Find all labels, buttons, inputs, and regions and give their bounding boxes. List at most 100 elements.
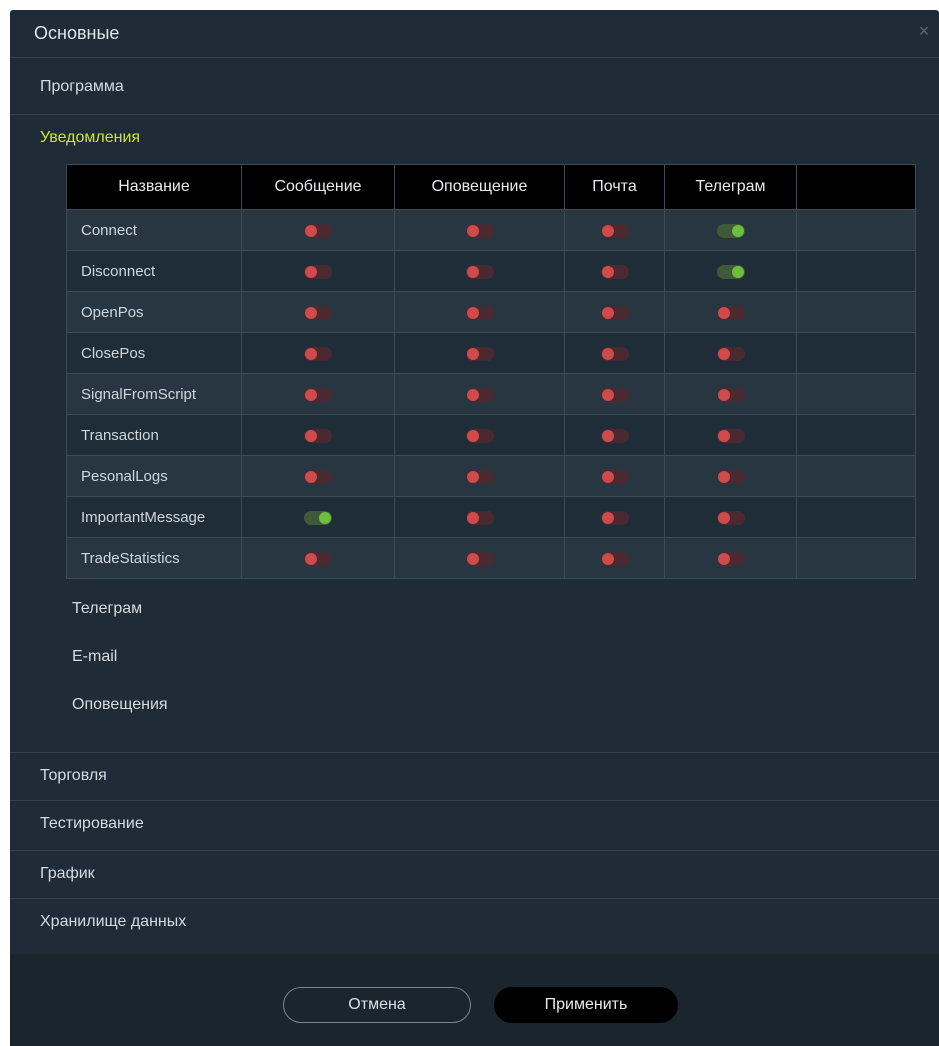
empty-cell	[796, 332, 916, 374]
message-cell	[241, 414, 395, 456]
section-notifications-label: Уведомления	[40, 129, 141, 146]
empty-cell	[796, 209, 916, 251]
mail-toggle[interactable]	[600, 223, 629, 238]
mail-toggle[interactable]	[600, 264, 629, 279]
toggle-knob	[717, 388, 730, 401]
event-name: Connect	[66, 209, 242, 251]
alert-cell	[394, 291, 565, 333]
message-toggle[interactable]	[304, 264, 332, 279]
subsection-telegram[interactable]: Телеграм	[72, 600, 142, 618]
mail-toggle[interactable]	[600, 551, 629, 566]
mail-toggle[interactable]	[600, 428, 629, 443]
section-chart[interactable]: График	[10, 850, 939, 898]
section-program[interactable]: Программа	[10, 64, 939, 112]
message-toggle[interactable]	[304, 346, 332, 361]
telegram-toggle[interactable]	[716, 223, 745, 238]
section-testing[interactable]: Тестирование	[10, 800, 939, 848]
alert-toggle[interactable]	[465, 387, 494, 402]
notifications-table-body: Connect Disconnect OpenPos ClosePos SignalFr…	[66, 209, 916, 579]
alert-toggle[interactable]	[465, 551, 494, 566]
mail-cell	[564, 373, 665, 415]
alert-cell	[394, 209, 565, 251]
toggle-knob	[305, 265, 317, 278]
mail-toggle[interactable]	[600, 510, 629, 525]
alert-toggle[interactable]	[465, 510, 494, 525]
toggle-knob	[466, 470, 479, 483]
message-toggle[interactable]	[304, 305, 332, 320]
column-header-telegram: Телеграм	[664, 164, 797, 210]
message-toggle[interactable]	[304, 469, 332, 484]
close-icon[interactable]: ×	[915, 22, 933, 40]
telegram-toggle[interactable]	[716, 305, 745, 320]
mail-cell	[564, 209, 665, 251]
table-row: Connect	[66, 209, 916, 251]
toggle-knob	[305, 552, 317, 565]
toggle-knob	[466, 265, 479, 278]
toggle-knob	[717, 552, 730, 565]
event-name: Disconnect	[66, 250, 242, 292]
telegram-toggle[interactable]	[716, 469, 745, 484]
toggle-knob	[305, 429, 317, 442]
telegram-toggle[interactable]	[716, 428, 745, 443]
mail-toggle[interactable]	[600, 305, 629, 320]
section-trading-label: Торговля	[40, 767, 107, 784]
section-notifications[interactable]: Уведомления	[10, 114, 939, 162]
telegram-toggle[interactable]	[716, 264, 745, 279]
toggle-knob	[466, 429, 479, 442]
alert-toggle[interactable]	[465, 469, 494, 484]
message-cell	[241, 537, 395, 579]
telegram-cell	[664, 537, 797, 579]
toggle-knob	[601, 429, 614, 442]
mail-cell	[564, 455, 665, 497]
telegram-toggle[interactable]	[716, 510, 745, 525]
toggle-knob	[601, 552, 614, 565]
alert-cell	[394, 496, 565, 538]
message-toggle[interactable]	[304, 428, 332, 443]
empty-cell	[796, 496, 916, 538]
subsection-email[interactable]: E-mail	[72, 648, 117, 666]
message-cell	[241, 455, 395, 497]
notifications-table: Название Сообщение Оповещение Почта Теле…	[66, 164, 916, 579]
mail-cell	[564, 291, 665, 333]
message-cell	[241, 209, 395, 251]
message-toggle[interactable]	[304, 387, 332, 402]
toggle-knob	[466, 552, 479, 565]
table-row: Transaction	[66, 414, 916, 456]
empty-cell	[796, 455, 916, 497]
section-trading[interactable]: Торговля	[10, 752, 939, 800]
toggle-knob	[305, 470, 317, 483]
column-header-message: Сообщение	[241, 164, 395, 210]
message-toggle[interactable]	[304, 223, 332, 238]
column-header-alert: Оповещение	[394, 164, 565, 210]
toggle-knob	[601, 306, 614, 319]
message-toggle[interactable]	[304, 551, 332, 566]
alert-toggle[interactable]	[465, 346, 494, 361]
event-name: Transaction	[66, 414, 242, 456]
alert-toggle[interactable]	[465, 223, 494, 238]
toggle-knob	[601, 347, 614, 360]
alert-cell	[394, 250, 565, 292]
mail-toggle[interactable]	[600, 387, 629, 402]
telegram-cell	[664, 414, 797, 456]
apply-button[interactable]: Применить	[494, 987, 678, 1023]
mail-toggle[interactable]	[600, 469, 629, 484]
table-header-row: Название Сообщение Оповещение Почта Теле…	[66, 164, 916, 210]
event-name: SignalFromScript	[66, 373, 242, 415]
message-toggle[interactable]	[304, 510, 332, 525]
toggle-knob	[305, 306, 317, 319]
alert-toggle[interactable]	[465, 264, 494, 279]
settings-dialog: Основные × Программа Уведомления Названи…	[10, 10, 939, 1046]
alert-toggle[interactable]	[465, 428, 494, 443]
mail-toggle[interactable]	[600, 346, 629, 361]
telegram-toggle[interactable]	[716, 551, 745, 566]
subsection-alerts[interactable]: Оповещения	[72, 696, 168, 714]
cancel-button[interactable]: Отмена	[283, 987, 471, 1023]
message-cell	[241, 250, 395, 292]
telegram-cell	[664, 373, 797, 415]
event-name: TradeStatistics	[66, 537, 242, 579]
section-data-storage[interactable]: Хранилище данных	[10, 898, 939, 946]
telegram-cell	[664, 332, 797, 374]
alert-toggle[interactable]	[465, 305, 494, 320]
telegram-toggle[interactable]	[716, 387, 745, 402]
telegram-toggle[interactable]	[716, 346, 745, 361]
